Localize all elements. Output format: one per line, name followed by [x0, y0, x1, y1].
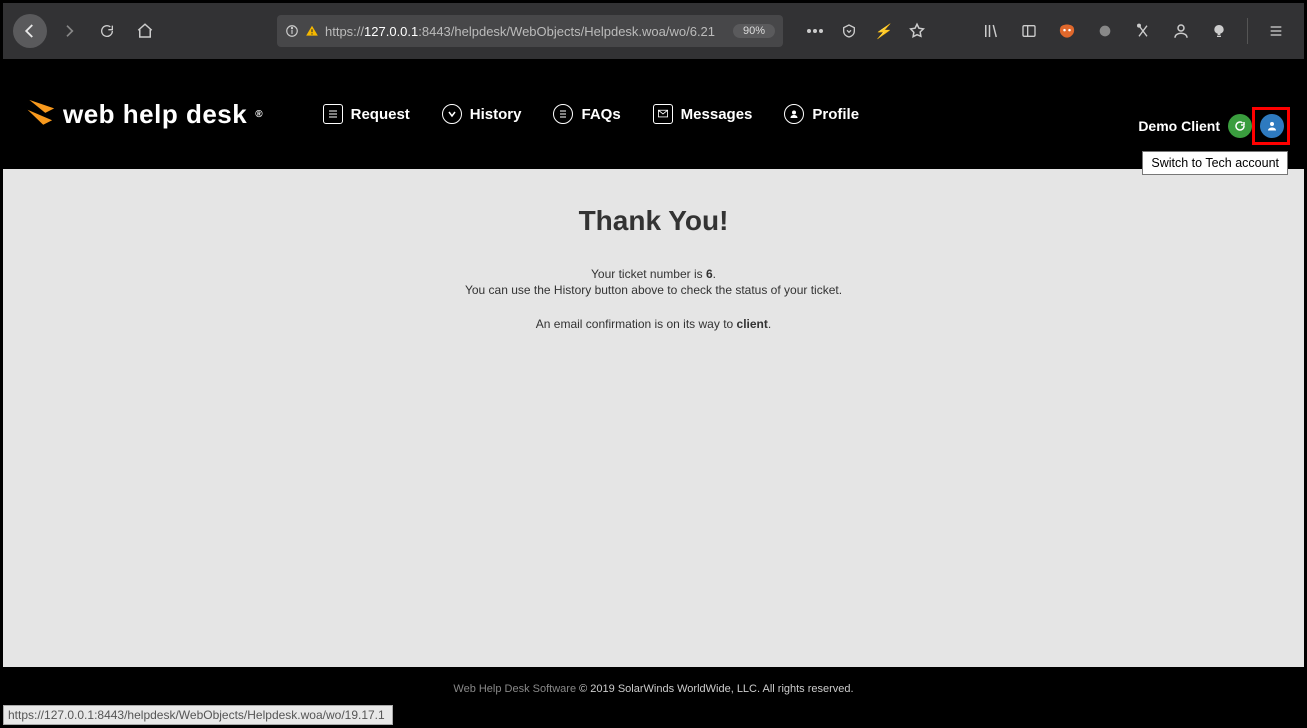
- logo-trademark: ®: [255, 109, 262, 120]
- url-prefix: https://: [325, 24, 364, 39]
- footer-product[interactable]: Web Help Desk Software: [453, 683, 576, 695]
- history-hint: You can use the History button above to …: [3, 283, 1304, 297]
- nav-history[interactable]: History: [442, 104, 522, 124]
- main-content: Thank You! Your ticket number is 6. You …: [3, 169, 1304, 667]
- info-icon[interactable]: [285, 24, 299, 38]
- logo[interactable]: web help desk ®: [25, 99, 263, 130]
- extension-icon-1[interactable]: ⚡: [869, 17, 897, 45]
- page-title: Thank You!: [3, 205, 1304, 237]
- home-button[interactable]: [129, 15, 161, 47]
- logo-mark-icon: [23, 98, 57, 131]
- nav-label: Profile: [812, 106, 859, 123]
- ticket-number: 6: [706, 267, 713, 281]
- browser-right-icons: [977, 17, 1290, 45]
- switch-account-button[interactable]: [1260, 114, 1284, 138]
- nav-messages[interactable]: Messages: [653, 104, 753, 124]
- security-warning-icon[interactable]: [305, 24, 319, 38]
- footer-text: Web Help Desk Software © 2019 SolarWinds…: [453, 683, 853, 695]
- logo-text: web help desk: [63, 99, 247, 130]
- pocket-icon[interactable]: [835, 17, 863, 45]
- url-path: :8443/helpdesk/WebObjects/Helpdesk.woa/w…: [418, 24, 715, 39]
- bookmark-star-icon[interactable]: [903, 17, 931, 45]
- divider: [1247, 18, 1248, 44]
- url-host: 127.0.0.1: [364, 24, 418, 39]
- address-bar-actions: ⚡: [801, 17, 931, 45]
- url-text: https://127.0.0.1:8443/helpdesk/WebObjec…: [325, 24, 715, 39]
- menu-icon[interactable]: [1262, 17, 1290, 45]
- nav-request[interactable]: Request: [323, 104, 410, 124]
- sidebar-icon[interactable]: [1015, 17, 1043, 45]
- footer-copyright: © 2019 SolarWinds WorldWide, LLC. All ri…: [576, 683, 854, 695]
- nav-label: FAQs: [581, 106, 620, 123]
- address-bar[interactable]: https://127.0.0.1:8443/helpdesk/WebObjec…: [277, 15, 783, 47]
- more-icon[interactable]: [801, 17, 829, 45]
- nav-faqs[interactable]: FAQs: [553, 104, 620, 124]
- app-header: web help desk ® Request History FAQs M: [3, 59, 1304, 169]
- forward-button[interactable]: [53, 15, 85, 47]
- status-bar: https://127.0.0.1:8443/helpdesk/WebObjec…: [3, 705, 393, 725]
- tooltip: Switch to Tech account: [1142, 151, 1288, 175]
- user-block: Demo Client: [1138, 114, 1284, 138]
- zoom-indicator[interactable]: 90%: [733, 24, 775, 38]
- library-icon[interactable]: [977, 17, 1005, 45]
- extension-icon-4[interactable]: [1205, 17, 1233, 45]
- back-button[interactable]: [13, 14, 47, 48]
- ticket-line: Your ticket number is 6.: [3, 267, 1304, 281]
- extension-fox-icon[interactable]: [1053, 17, 1081, 45]
- footer: Web Help Desk Software © 2019 SolarWinds…: [3, 667, 1304, 725]
- reload-button[interactable]: [91, 15, 123, 47]
- request-icon: [323, 104, 343, 124]
- refresh-button[interactable]: [1228, 114, 1252, 138]
- email-recipient: client: [737, 317, 768, 331]
- nav-profile[interactable]: Profile: [784, 104, 859, 124]
- account-icon[interactable]: [1167, 17, 1195, 45]
- nav-label: History: [470, 106, 522, 123]
- extension-icon-2[interactable]: [1091, 17, 1119, 45]
- history-icon: [442, 104, 462, 124]
- extension-icon-3[interactable]: [1129, 17, 1157, 45]
- email-line: An email confirmation is on its way to c…: [3, 317, 1304, 331]
- browser-toolbar: https://127.0.0.1:8443/helpdesk/WebObjec…: [3, 3, 1304, 59]
- user-name: Demo Client: [1138, 118, 1220, 134]
- main-nav: Request History FAQs Messages Profile: [323, 104, 859, 124]
- faqs-icon: [553, 104, 573, 124]
- nav-label: Request: [351, 106, 410, 123]
- profile-icon: [784, 104, 804, 124]
- nav-label: Messages: [681, 106, 753, 123]
- messages-icon: [653, 104, 673, 124]
